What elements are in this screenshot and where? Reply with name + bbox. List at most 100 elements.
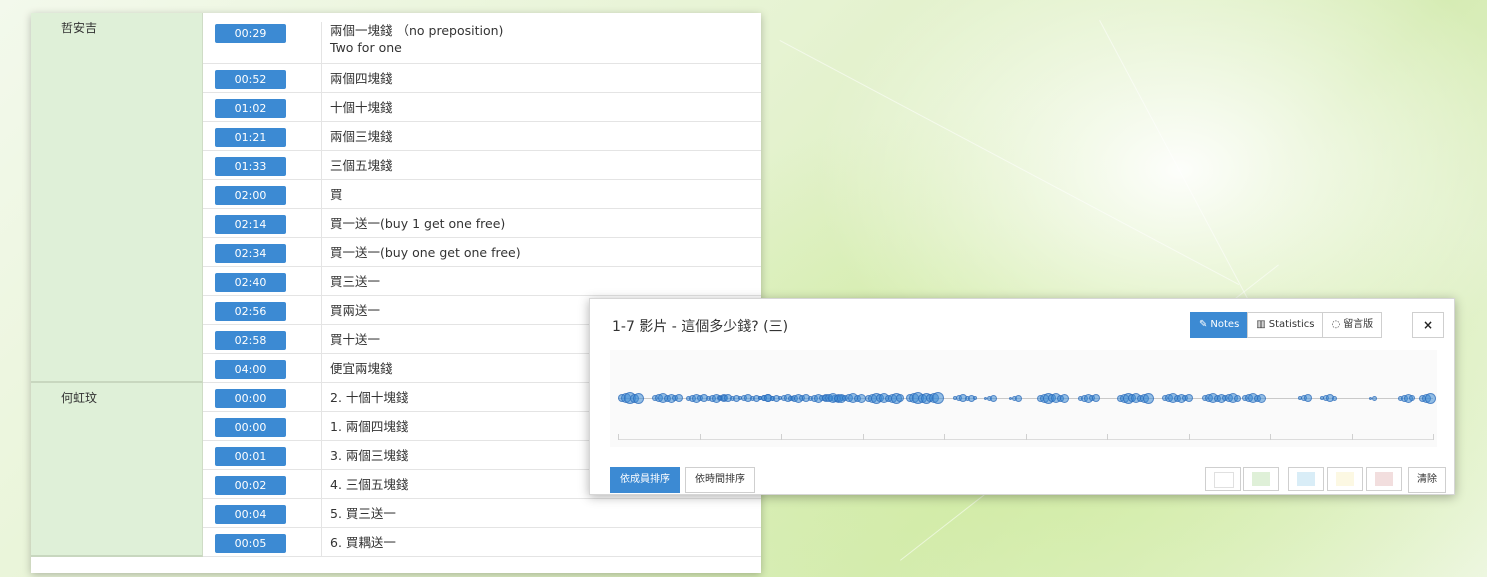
time-cell: 02:56 (203, 300, 321, 321)
student-name: 哲安吉 (31, 13, 203, 383)
timestamp-button[interactable]: 00:00 (215, 417, 286, 437)
note-marker[interactable] (675, 394, 683, 402)
note-cell: 三個五塊錢 (321, 151, 761, 179)
swatch-fill (1375, 472, 1393, 486)
timeline-tick (781, 434, 782, 440)
table-row: 01:02 十個十塊錢 (203, 93, 761, 122)
timeline-tick (1025, 434, 1027, 440)
note-cell: 十個十塊錢 (321, 93, 761, 121)
background-line (1099, 20, 1270, 339)
time-cell: 02:34 (203, 242, 321, 263)
clear-filter-button[interactable]: 清除 (1408, 467, 1446, 493)
time-cell: 00:29 (203, 22, 321, 43)
note-cell: 6. 買耦送一 (321, 528, 761, 556)
timeline-tick (699, 434, 701, 440)
sort-by-time-button[interactable]: 依時間排序 (685, 467, 755, 493)
timeline-tick (1270, 434, 1271, 440)
note-marker[interactable] (1092, 394, 1100, 402)
note-text: 買十送一 (330, 331, 381, 347)
note-marker[interactable] (1059, 393, 1069, 403)
color-filter-blue[interactable] (1288, 467, 1324, 491)
timestamp-button[interactable]: 02:00 (215, 185, 286, 205)
timestamp-button[interactable]: 04:00 (215, 359, 286, 379)
note-cell: 買 (321, 180, 761, 208)
note-text: 6. 買耦送一 (330, 534, 396, 550)
time-cell: 00:52 (203, 68, 321, 89)
note-text: 4. 三個五塊錢 (330, 476, 409, 492)
time-cell: 00:01 (203, 445, 321, 466)
note-cell: 買一送一(buy one get one free) (321, 238, 761, 266)
timestamp-button[interactable]: 02:56 (215, 301, 286, 321)
note-marker[interactable] (1371, 395, 1377, 401)
notes-popup: 1-7 影片 - 這個多少錢? (三) ✎ Notes ▥ Statistics… (589, 298, 1455, 495)
time-cell: 00:04 (203, 503, 321, 524)
timestamp-button[interactable]: 00:04 (215, 504, 286, 524)
timestamp-button[interactable]: 02:40 (215, 272, 286, 292)
note-cell: 兩個一塊錢 （no preposition) Two for one (321, 22, 761, 63)
note-marker[interactable] (1185, 394, 1193, 402)
note-marker[interactable] (896, 394, 904, 402)
close-button[interactable]: × (1412, 312, 1444, 338)
note-cell: 兩個四塊錢 (321, 64, 761, 92)
note-marker[interactable] (973, 396, 977, 400)
timeline-tick (618, 434, 619, 440)
notes-timeline[interactable] (610, 350, 1437, 447)
note-marker[interactable] (1331, 395, 1337, 401)
note-marker[interactable] (1256, 393, 1266, 403)
time-cell: 01:02 (203, 97, 321, 118)
note-marker[interactable] (1233, 394, 1241, 402)
note-cell: 買三送一 (321, 267, 761, 295)
timestamp-button[interactable]: 00:00 (215, 388, 286, 408)
table-row: 02:40 買三送一 (203, 267, 761, 296)
timestamp-button[interactable]: 00:29 (215, 24, 286, 43)
swatch-fill (1252, 472, 1270, 486)
note-text: 買一送一(buy 1 get one free) (330, 215, 506, 231)
color-filter-red[interactable] (1366, 467, 1402, 491)
timeline-tick (1188, 434, 1190, 440)
popup-tab-group: ✎ Notes ▥ Statistics ◌ 留言版 (1190, 312, 1383, 338)
note-marker[interactable] (1014, 394, 1022, 402)
note-marker[interactable] (1304, 394, 1312, 402)
note-text: 3. 兩個三塊錢 (330, 447, 409, 463)
timeline-tick (1351, 434, 1353, 440)
time-cell: 01:21 (203, 126, 321, 147)
table-row: 02:00 買 (203, 180, 761, 209)
tab-message-board[interactable]: ◌ 留言版 (1322, 312, 1383, 338)
time-cell: 00:00 (203, 416, 321, 437)
note-marker[interactable] (989, 394, 997, 402)
bar-chart-icon: ▥ (1256, 319, 1266, 330)
timestamp-button[interactable]: 00:01 (215, 446, 286, 466)
tab-statistics[interactable]: ▥ Statistics (1247, 312, 1324, 338)
background-line (779, 40, 1240, 286)
table-row: 00:52 兩個四塊錢 (203, 64, 761, 93)
note-text: 買 (330, 186, 343, 202)
color-filter-green[interactable] (1243, 467, 1279, 491)
timestamp-button[interactable]: 01:21 (215, 127, 286, 147)
color-filter-white[interactable] (1205, 467, 1241, 491)
timestamp-button[interactable]: 00:52 (215, 69, 286, 89)
swatch-fill (1336, 472, 1354, 486)
table-row: 02:14 買一送一(buy 1 get one free) (203, 209, 761, 238)
time-cell: 00:00 (203, 387, 321, 408)
timestamp-button[interactable]: 01:02 (215, 98, 286, 118)
table-row: 01:21 兩個三塊錢 (203, 122, 761, 151)
note-text: 買兩送一 (330, 302, 381, 318)
note-marker[interactable] (1409, 395, 1415, 401)
timestamp-button[interactable]: 00:02 (215, 475, 286, 495)
note-marker[interactable] (932, 392, 944, 404)
tab-label: Statistics (1268, 319, 1315, 330)
time-cell: 02:40 (203, 271, 321, 292)
timestamp-button[interactable]: 01:33 (215, 156, 286, 176)
sort-by-member-button[interactable]: 依成員排序 (610, 467, 680, 493)
timestamp-button[interactable]: 00:05 (215, 533, 286, 553)
note-marker[interactable] (1424, 392, 1436, 404)
timestamp-button[interactable]: 02:34 (215, 243, 286, 263)
note-marker[interactable] (632, 392, 644, 404)
color-filter-yellow[interactable] (1327, 467, 1363, 491)
timestamp-button[interactable]: 02:14 (215, 214, 286, 234)
timestamp-button[interactable]: 02:58 (215, 330, 286, 350)
note-marker[interactable] (1142, 392, 1154, 404)
tab-notes[interactable]: ✎ Notes (1190, 312, 1249, 338)
tab-label: Notes (1210, 319, 1240, 330)
table-row: 02:34 買一送一(buy one get one free) (203, 238, 761, 267)
